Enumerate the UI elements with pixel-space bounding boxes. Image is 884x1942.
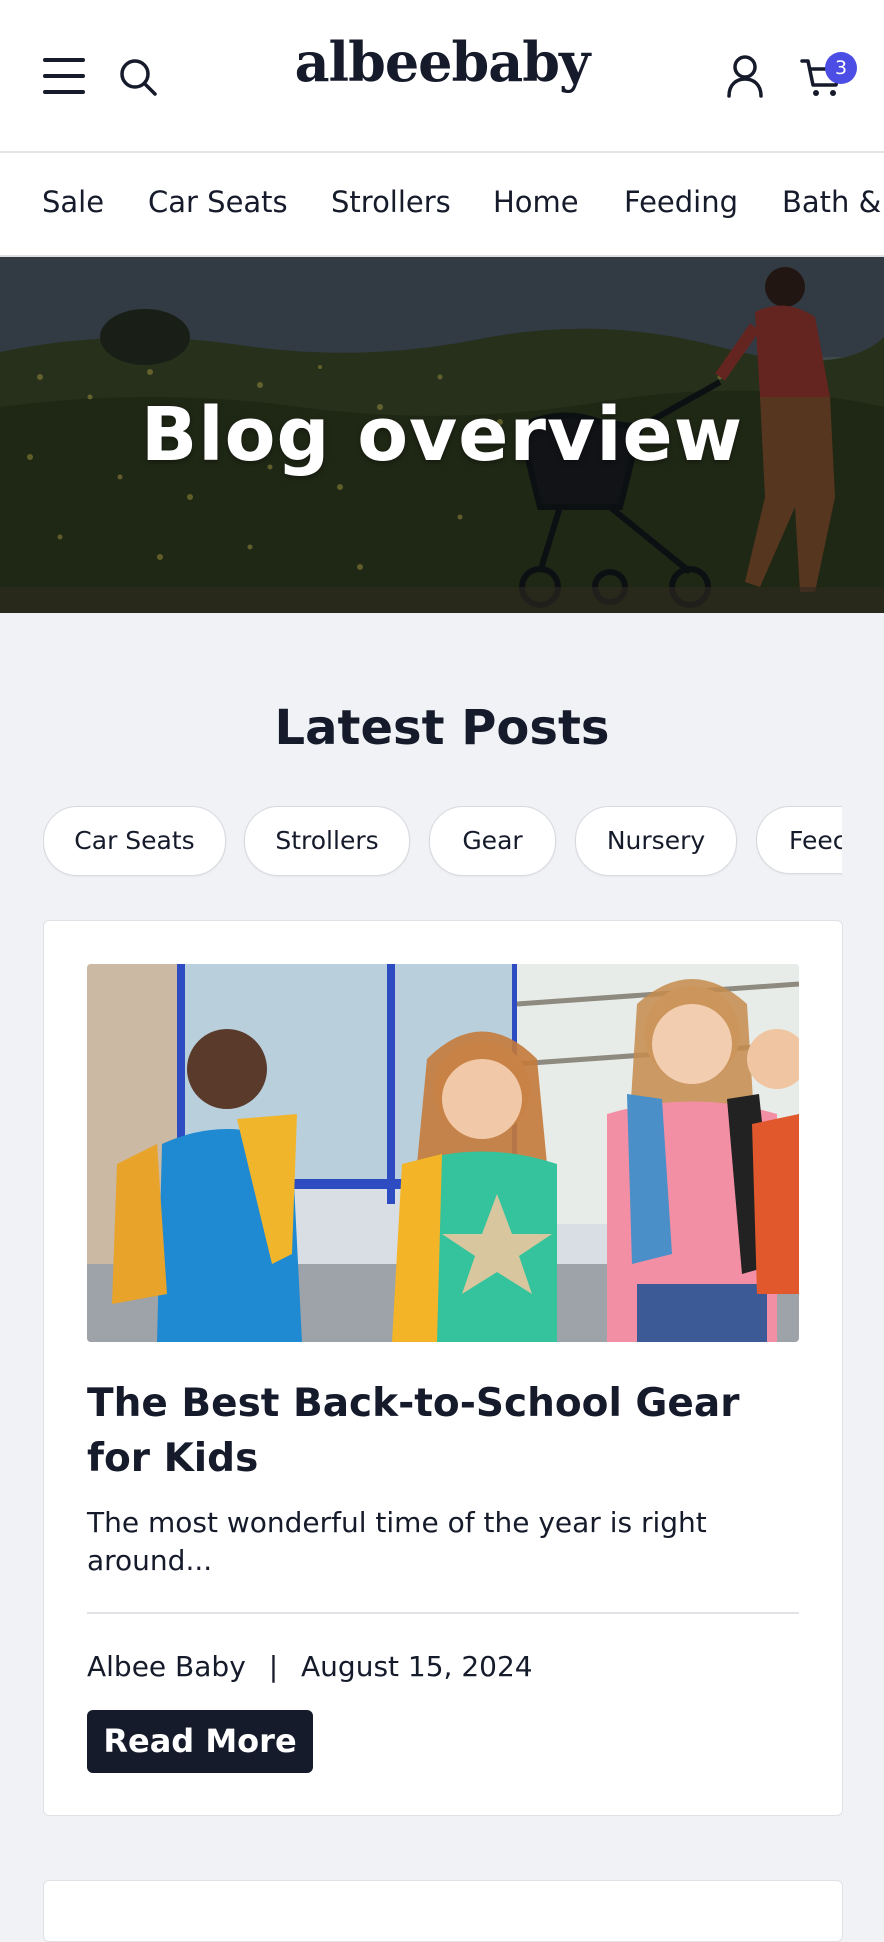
post-card: The Best Back-to-School Gear for Kids Th… xyxy=(43,920,843,1816)
hero-banner: Blog overview xyxy=(0,257,884,613)
cart-count-badge: 3 xyxy=(825,52,857,84)
post-image[interactable] xyxy=(87,964,799,1342)
nav-item-bath[interactable]: Bath & xyxy=(782,185,881,219)
post-excerpt: The most wonderful time of the year is r… xyxy=(87,1506,707,1577)
post-title[interactable]: The Best Back-to-School Gear for Kids xyxy=(87,1376,799,1486)
nav-item-strollers[interactable]: Strollers xyxy=(331,185,451,219)
latest-posts-heading: Latest Posts xyxy=(274,700,610,756)
filter-chip-gear[interactable]: Gear xyxy=(429,806,556,876)
filter-chip-nursery[interactable]: Nursery xyxy=(575,806,737,876)
post-meta: Albee Baby | August 15, 2024 xyxy=(87,1650,533,1683)
account-icon[interactable] xyxy=(725,54,765,98)
post-photo xyxy=(87,964,799,1342)
nav-item-home[interactable]: Home xyxy=(493,185,579,219)
meta-separator: | xyxy=(268,1650,279,1683)
nav-item-sale[interactable]: Sale xyxy=(42,185,104,219)
filter-chip-car-seats[interactable]: Car Seats xyxy=(43,806,226,876)
read-more-button[interactable]: Read More xyxy=(87,1710,313,1773)
nav-item-car-seats[interactable]: Car Seats xyxy=(148,185,288,219)
nav-item-feeding[interactable]: Feeding xyxy=(624,185,738,219)
post-divider xyxy=(87,1612,799,1614)
filter-chip-feeding[interactable]: Feec xyxy=(756,806,842,874)
filter-chip-strollers[interactable]: Strollers xyxy=(244,806,410,876)
hero-title: Blog overview xyxy=(140,392,744,478)
category-nav: Sale Car Seats Strollers Home Feeding Ba… xyxy=(0,153,884,257)
post-author: Albee Baby xyxy=(87,1650,246,1683)
category-filter-chips: Car Seats Strollers Gear Nursery Feec xyxy=(43,806,842,878)
site-header: albeebaby 3 xyxy=(0,0,884,153)
post-date: August 15, 2024 xyxy=(301,1650,533,1683)
post-card-next xyxy=(43,1880,843,1942)
